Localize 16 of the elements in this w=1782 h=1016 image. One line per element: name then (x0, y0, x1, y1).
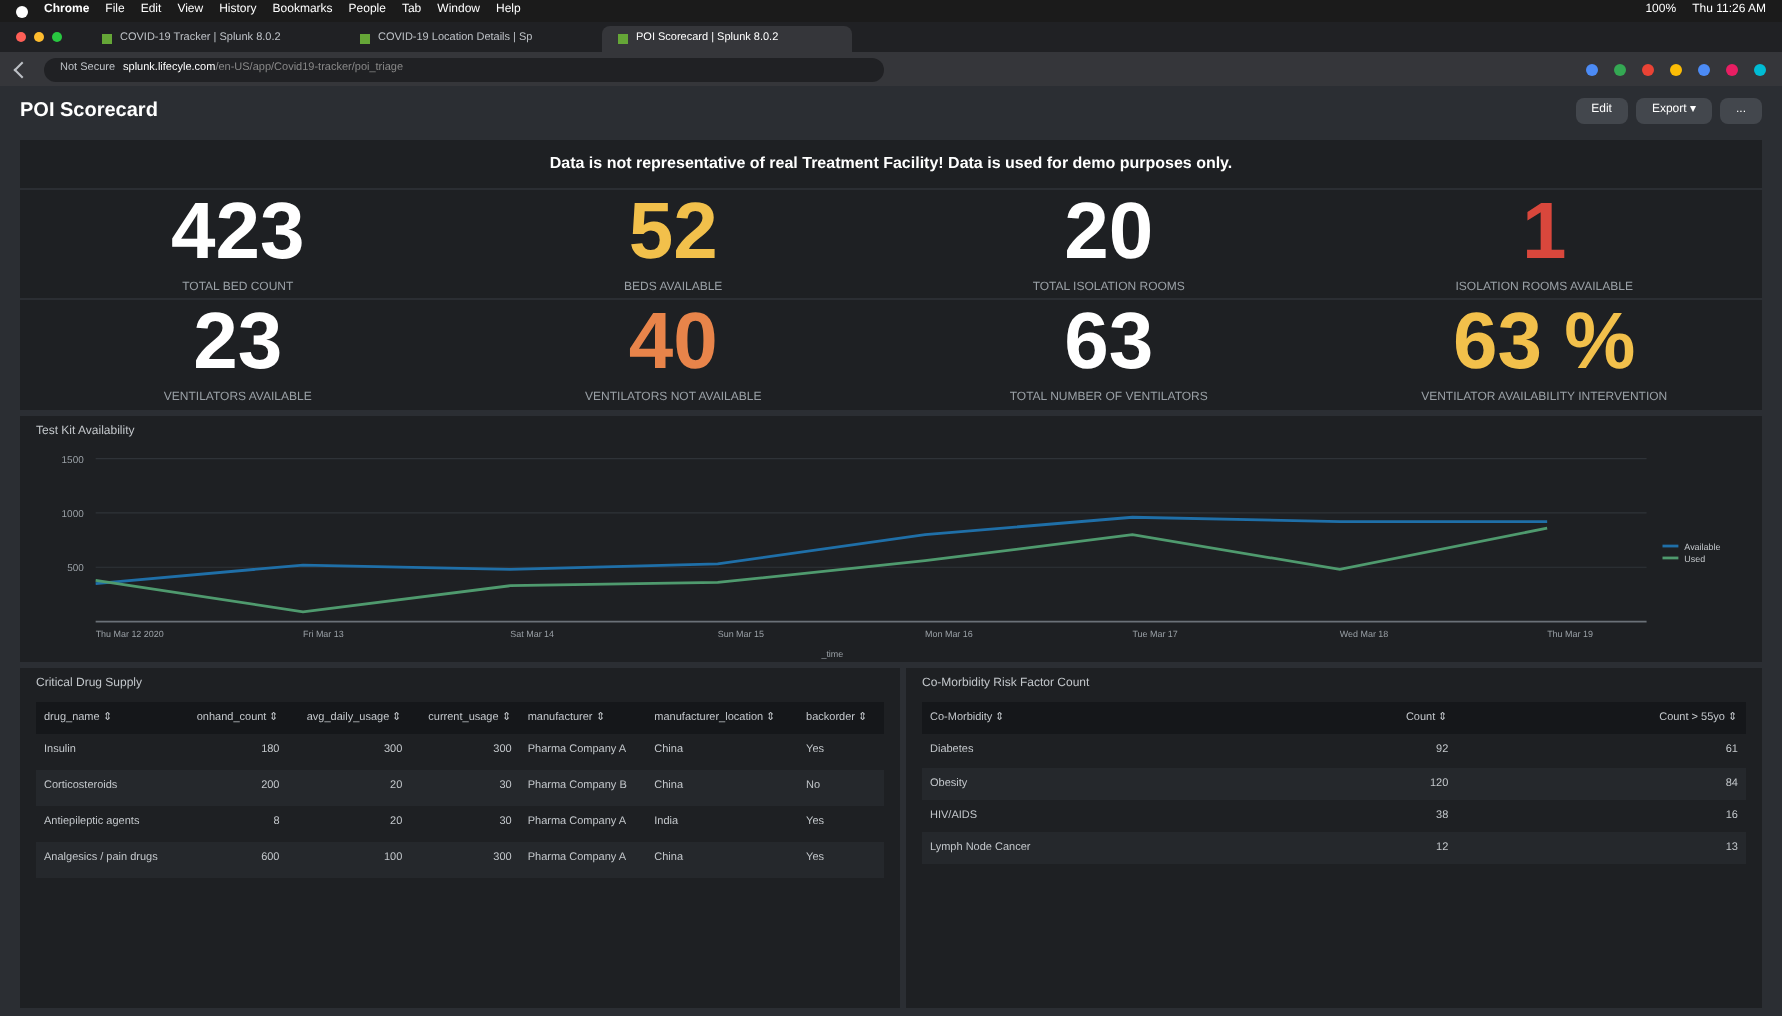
extension-icon[interactable] (1698, 63, 1710, 75)
extension-icon[interactable] (1642, 63, 1654, 75)
extension-icon[interactable] (1614, 63, 1626, 75)
extension-icon[interactable] (1670, 63, 1682, 75)
kpi-value: 1 (1522, 191, 1567, 271)
extension-icon[interactable] (1754, 63, 1766, 75)
dashboard-title: POI Scorecard (20, 97, 158, 125)
kpi-value: 20 (1064, 191, 1154, 271)
kpi-value: 52 (628, 191, 718, 271)
kpi-value: 63 % (1453, 302, 1636, 382)
kpi-value: 423 (171, 191, 305, 271)
kpi-value: 23 (193, 302, 283, 382)
extension-icon[interactable] (1586, 63, 1598, 75)
disclaimer-banner: Data is not representative of real Treatment Facility! Data is used for demo purposes only. (20, 140, 1762, 190)
kpi-value: 40 (628, 302, 718, 382)
kpi-value: 63 (1064, 302, 1154, 382)
